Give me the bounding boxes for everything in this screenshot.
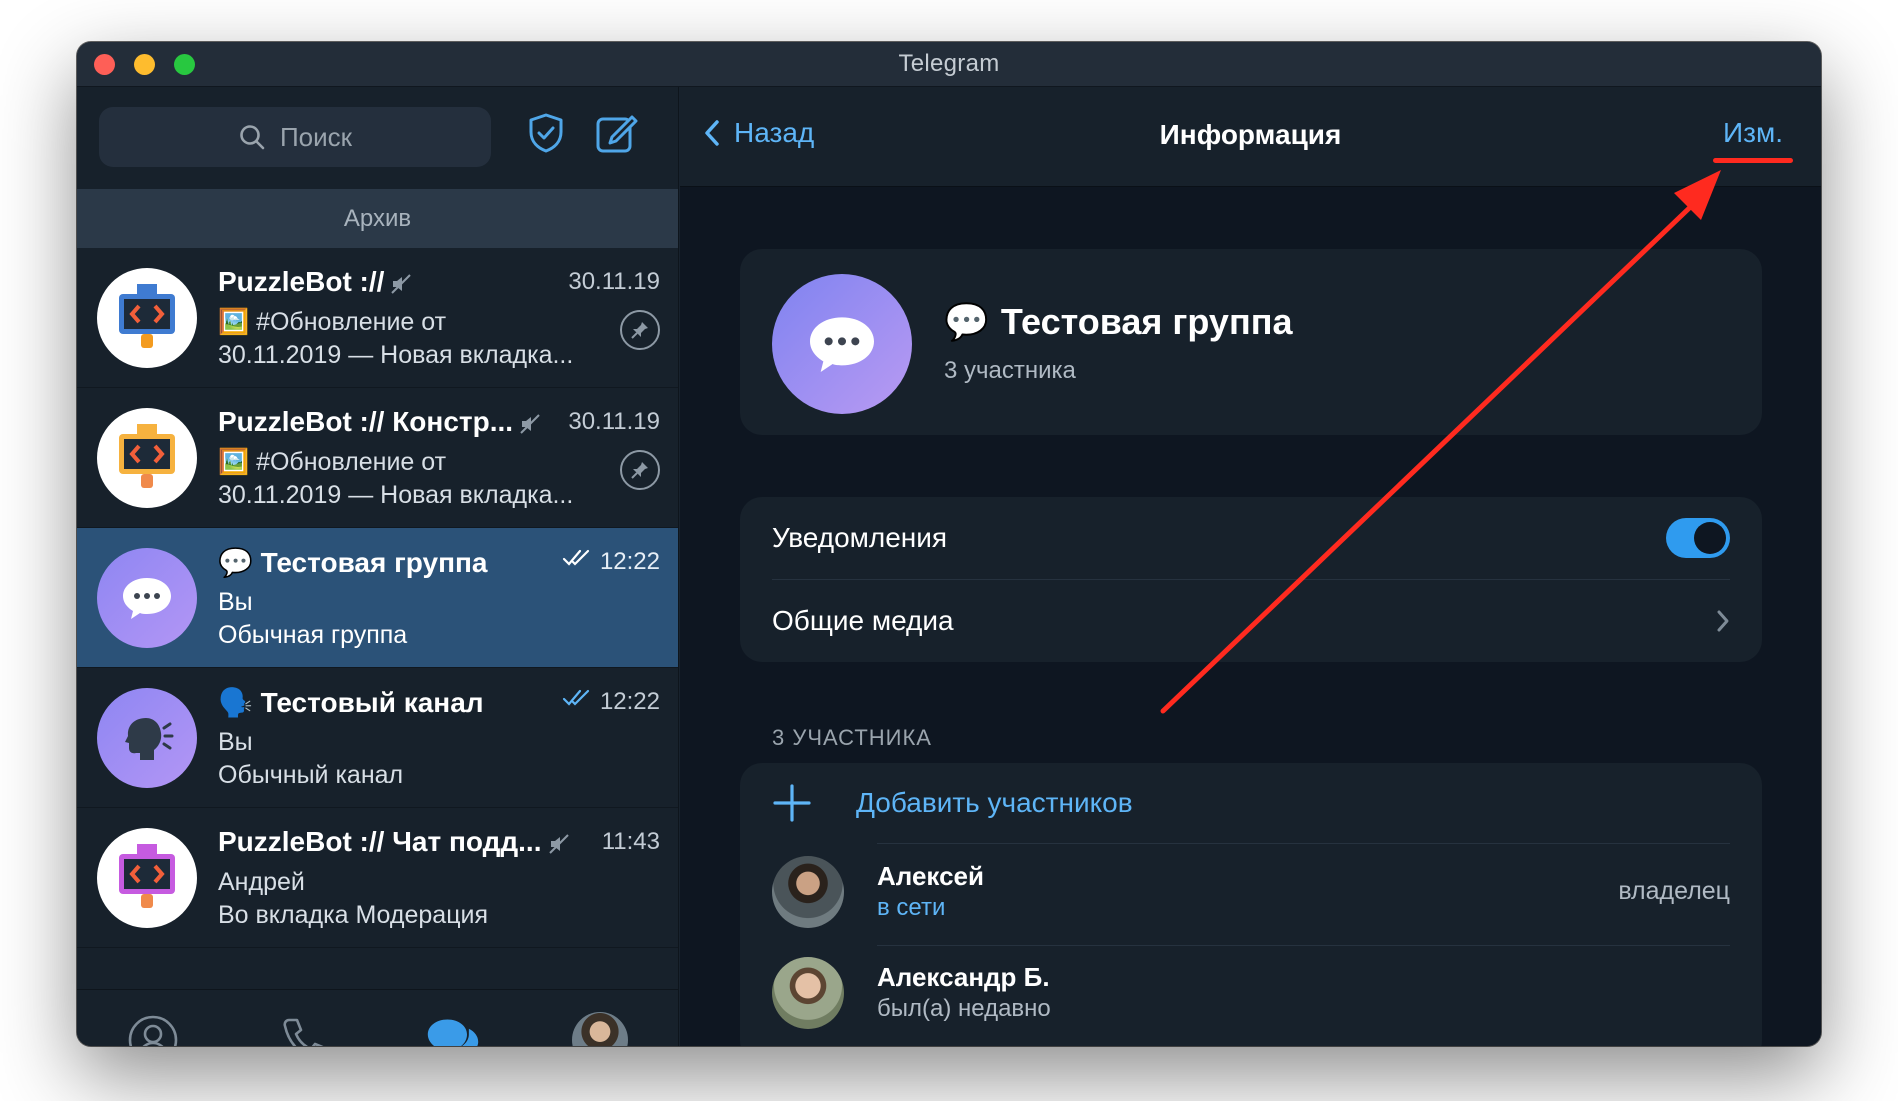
member-name: Александр Б. (877, 962, 1050, 992)
search-placeholder: Поиск (279, 121, 353, 152)
member-row[interactable]: Александр Б. был(а) недавно (772, 946, 1730, 1046)
chat-time: 12:22 (599, 548, 660, 575)
notifications-toggle[interactable] (1666, 518, 1730, 558)
chat-item-puzzlebot-constructor[interactable]: PuzzleBot :// Констр... 30.11.19 🖼️ #Обн… (77, 388, 678, 528)
annotation-underline (1713, 158, 1793, 163)
members-card: Добавить участников Алексей в сети владе… (740, 763, 1762, 1046)
bot-logo-icon (119, 424, 175, 488)
avatar (772, 856, 844, 928)
speaking-head-icon (125, 718, 174, 760)
chat-preview: Вы (218, 588, 253, 616)
members-section-label: 3 УЧАСТНИКА (772, 725, 932, 750)
chats-icon[interactable] (425, 1012, 481, 1046)
calls-icon[interactable] (277, 1012, 333, 1046)
chat-item-test-channel[interactable]: 🗣️ Тестовый канал 12:22 Вы Обычный канал (77, 668, 678, 808)
avatar (97, 408, 197, 508)
settings-card: Уведомления Общие медиа (740, 497, 1762, 662)
chat-time: 30.11.19 (568, 408, 660, 435)
compose-icon[interactable] (594, 111, 638, 155)
chat-preview: 🖼️ #Обновление от (218, 448, 447, 476)
notifications-row[interactable]: Уведомления (772, 497, 1730, 579)
chat-name: PuzzleBot :// Констр... (218, 406, 541, 438)
chat-preview-2: Обычная группа (218, 621, 408, 649)
zoom-window-button[interactable] (174, 54, 195, 75)
chat-preview: Андрей (218, 868, 305, 896)
shared-media-label: Общие медиа (772, 605, 954, 636)
read-checks-icon (562, 549, 590, 566)
contacts-icon[interactable] (125, 1012, 181, 1046)
avatar (772, 957, 844, 1029)
chat-time: 11:43 (601, 828, 660, 855)
pin-icon (620, 310, 660, 350)
group-title: Тестовая группа (1000, 301, 1293, 342)
page-title: Информация (1159, 119, 1342, 150)
close-window-button[interactable] (94, 54, 115, 75)
chat-preview-2: Во вкладка Модерация (218, 901, 489, 929)
read-checks-icon (562, 689, 590, 706)
avatar (97, 268, 197, 368)
chevron-right-icon (1717, 610, 1729, 632)
mute-icon (520, 413, 540, 434)
chat-item-puzzlebot-support[interactable]: PuzzleBot :// Чат подд... 11:43 Андрей В… (77, 808, 678, 948)
notifications-label: Уведомления (772, 522, 948, 553)
chat-name: PuzzleBot :// (218, 266, 412, 298)
edit-button[interactable]: Изм. (1723, 117, 1783, 149)
chat-name: 💬 Тестовая группа (218, 547, 488, 578)
chat-item-puzzlebot[interactable]: PuzzleBot :// 30.11.19 🖼️ #Обновление от… (77, 248, 678, 388)
title-bar: Telegram (77, 42, 1821, 87)
archive-label: Архив (343, 204, 412, 232)
member-count: 3 участника (944, 357, 1076, 384)
avatar (97, 828, 197, 928)
shield-icon[interactable] (524, 111, 568, 155)
chat-name: PuzzleBot :// Чат подд... (218, 826, 570, 858)
member-status: в сети (877, 894, 946, 921)
chat-list-panel: Поиск Архив PuzzleBot :// 30.11.19 🖼️ #О… (77, 87, 679, 1046)
chat-time: 12:22 (599, 688, 660, 715)
search-input[interactable]: Поиск (99, 107, 491, 167)
bot-logo-icon (119, 284, 175, 348)
member-status: был(а) недавно (877, 995, 1051, 1022)
chat-preview-2: Обычный канал (218, 761, 404, 789)
settings-avatar[interactable] (572, 1012, 628, 1046)
speech-bubble-icon (123, 578, 171, 619)
avatar (97, 688, 197, 788)
add-members-button[interactable]: Добавить участников (772, 763, 1730, 843)
chat-preview: 🖼️ #Обновление от (218, 308, 447, 336)
chat-preview: Вы (218, 728, 253, 756)
avatar (97, 548, 197, 648)
chat-time: 30.11.19 (568, 268, 660, 295)
group-name: 💬 Тестовая группа (944, 301, 1292, 343)
search-icon (240, 125, 265, 150)
group-info-card: 💬 Тестовая группа 3 участника (740, 249, 1762, 435)
minimize-window-button[interactable] (134, 54, 155, 75)
bottom-nav (77, 989, 678, 1046)
info-header: Назад Информация Изм. (680, 87, 1821, 187)
shared-media-row[interactable]: Общие медиа (772, 580, 1730, 662)
search-row: Поиск (77, 87, 678, 189)
mute-icon (391, 273, 412, 294)
divider (877, 843, 1730, 844)
add-members-label: Добавить участников (856, 787, 1133, 818)
chat-preview-2: 30.11.2019 — Новая вкладка... (218, 481, 574, 509)
archive-bar[interactable]: Архив (77, 189, 678, 248)
group-emoji: 💬 (944, 301, 989, 342)
window-controls (94, 54, 195, 75)
chat-item-test-group[interactable]: 💬 Тестовая группа 12:22 Вы Обычная групп… (77, 528, 678, 668)
bot-logo-icon (119, 844, 175, 908)
mute-icon (548, 833, 569, 854)
member-name: Алексей (877, 861, 984, 891)
pin-icon (620, 450, 660, 490)
info-panel: Назад Информация Изм. 💬 Тестовая группа … (680, 87, 1821, 1046)
chat-preview-2: 30.11.2019 — Новая вкладка... (218, 341, 574, 369)
plus-icon (773, 784, 811, 822)
member-row[interactable]: Алексей в сети владелец (772, 845, 1730, 945)
telegram-window: Telegram Поиск Архив PuzzleBot :// 30.11… (77, 42, 1821, 1046)
window-title: Telegram (898, 50, 1000, 77)
group-avatar[interactable] (772, 274, 912, 414)
speech-bubble-icon (810, 317, 874, 372)
member-role: владелец (1618, 877, 1730, 905)
chat-name: 🗣️ Тестовый канал (218, 687, 484, 718)
